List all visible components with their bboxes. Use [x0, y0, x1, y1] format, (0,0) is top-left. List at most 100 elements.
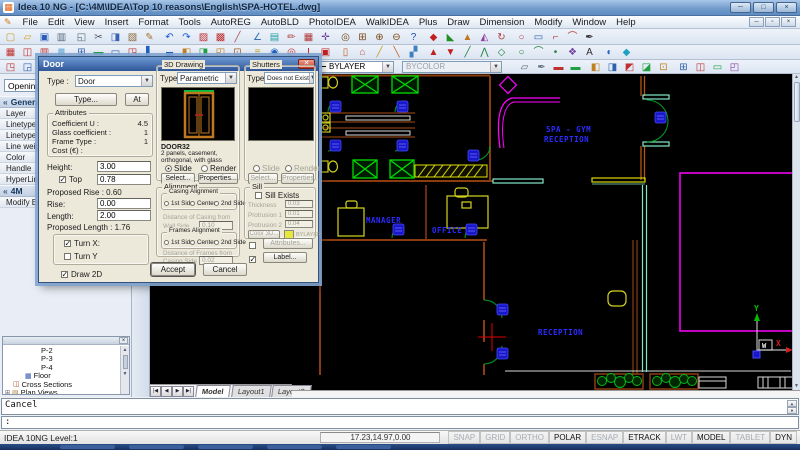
menu-item[interactable]: WalkIDEA — [361, 17, 414, 28]
menu-item[interactable]: Insert — [100, 17, 134, 28]
taskbar-button[interactable] — [336, 445, 391, 449]
menu-item[interactable]: View — [69, 17, 99, 28]
rotate-icon[interactable]: ↻ — [493, 30, 510, 44]
3d-properties-button[interactable]: Properties... — [198, 173, 238, 184]
opening5-icon[interactable]: ⊡ — [655, 60, 672, 74]
open-icon[interactable]: ▱ — [19, 30, 36, 44]
redo-icon[interactable]: ↷ — [178, 30, 195, 44]
casing-2nd-side-radio[interactable]: 2nd Side — [214, 200, 246, 207]
copy-icon[interactable]: ◨ — [107, 30, 124, 44]
rise-field[interactable] — [97, 198, 151, 209]
material-icon[interactable]: ◆ — [618, 45, 635, 59]
draw-block-icon[interactable]: ❖ — [564, 45, 581, 59]
maximize-button[interactable]: □ — [753, 2, 774, 13]
tab-first-button[interactable]: |◀ — [150, 386, 161, 397]
sill-exists-checkbox[interactable]: Sill Exists — [255, 191, 299, 200]
menu-item[interactable]: Tools — [174, 17, 206, 28]
status-toggle[interactable]: ETRACK — [623, 431, 665, 444]
rect-icon[interactable]: ▭ — [530, 30, 547, 44]
child-restore-button[interactable]: ▫ — [765, 17, 780, 27]
shade-icon[interactable]: ◣ — [442, 30, 459, 44]
top-checkbox[interactable]: Top — [59, 175, 82, 184]
3d-type-combo[interactable]: Parametric▼ — [177, 72, 237, 84]
shutters-type-combo[interactable]: Does not Exist▼ — [264, 72, 314, 84]
arc-icon[interactable]: ⌒ — [564, 30, 581, 44]
status-toggle[interactable]: LWT — [666, 431, 692, 444]
format-painter-icon[interactable]: ✎ — [141, 30, 158, 44]
menu-item[interactable]: PhotoIDEA — [304, 17, 361, 28]
circle-icon[interactable]: ○ — [513, 30, 530, 44]
help-icon[interactable]: ? — [405, 30, 422, 44]
status-toggle[interactable]: TABLET — [730, 431, 770, 444]
new-file-icon[interactable]: ▢ — [2, 30, 19, 44]
chevron-down-icon[interactable]: ▼ — [309, 73, 314, 83]
home-icon[interactable]: ⌂ — [354, 45, 371, 59]
taskbar-button[interactable] — [267, 445, 322, 449]
undo-icon[interactable]: ↶ — [161, 30, 178, 44]
child-close-button[interactable]: × — [781, 17, 796, 27]
layout-tab[interactable]: Model — [195, 385, 230, 397]
draw-poly-icon[interactable]: ◇ — [493, 45, 510, 59]
project-icon[interactable]: ▦ — [2, 45, 19, 59]
status-toggle[interactable]: MODEL — [692, 431, 730, 444]
chevron-down-icon[interactable]: ▼ — [382, 62, 393, 72]
draw-arc-icon[interactable]: ⌒ — [530, 45, 547, 59]
zoom-window-icon[interactable]: ⊞ — [354, 30, 371, 44]
erase-icon[interactable]: ▱ — [516, 60, 533, 74]
tab-prev-button[interactable]: ◀ — [161, 386, 172, 397]
collapse-icon[interactable]: « — [3, 97, 8, 107]
menu-item[interactable]: AutoREG — [206, 17, 256, 28]
expand-icon[interactable]: ⊞ — [5, 389, 10, 394]
menu-item[interactable]: Window — [567, 17, 611, 28]
at-button[interactable]: At — [125, 93, 149, 106]
chevron-down-icon[interactable]: ▼ — [225, 73, 236, 83]
length-field[interactable] — [97, 210, 151, 221]
cancel-button[interactable]: Cancel — [203, 263, 247, 276]
chevron-down-icon[interactable]: ▼ — [141, 76, 152, 86]
draw-circle-icon[interactable]: ○ — [513, 45, 530, 59]
label-checkbox[interactable] — [249, 255, 259, 264]
child-minimize-button[interactable]: ─ — [749, 17, 764, 27]
menu-item[interactable]: Help — [611, 17, 641, 28]
status-toggle[interactable]: DYN — [770, 431, 797, 444]
opening4-icon[interactable]: ◪ — [638, 60, 655, 74]
text-a-icon[interactable]: A — [581, 45, 598, 59]
opening3-icon[interactable]: ◩ — [621, 60, 638, 74]
building-icon[interactable]: ◫ — [19, 45, 36, 59]
accept-button[interactable]: Accept — [151, 263, 195, 276]
line1-icon[interactable]: ╱ — [371, 45, 388, 59]
taskbar-button[interactable] — [60, 445, 115, 449]
top-field[interactable] — [97, 174, 151, 185]
status-toggle[interactable]: POLAR — [549, 431, 586, 444]
layout-tab[interactable]: Layout1 — [231, 385, 271, 397]
command-input[interactable]: : — [5, 417, 10, 427]
tree-scrollbar[interactable]: ▲▼ — [120, 346, 129, 394]
pan-icon[interactable]: ✛ — [317, 30, 334, 44]
fillet-icon[interactable]: ⌐ — [547, 30, 564, 44]
menu-item[interactable]: Plus — [414, 17, 442, 28]
pen-icon[interactable]: ✒ — [581, 30, 598, 44]
tree-item[interactable]: P-2 — [37, 346, 119, 355]
type-button[interactable]: Type... — [55, 93, 117, 106]
door-type-combo[interactable]: Door▼ — [75, 75, 153, 87]
markup-icon[interactable]: ◆ — [425, 30, 442, 44]
chevron-down-icon[interactable]: ▼ — [490, 62, 501, 72]
print-icon[interactable]: ▥ — [53, 30, 70, 44]
label-button[interactable]: Label... — [263, 252, 307, 263]
paste-icon[interactable]: ▧ — [124, 30, 141, 44]
hat2-icon[interactable]: ▞ — [405, 45, 422, 59]
render-icon[interactable]: ◐ — [601, 45, 618, 59]
clipboard-icon[interactable]: ▯ — [337, 45, 354, 59]
draw-pline-icon[interactable]: ⋀ — [476, 45, 493, 59]
close-icon[interactable]: × — [119, 337, 128, 344]
zoom-out-icon[interactable]: ⊖ — [388, 30, 405, 44]
opening7-icon[interactable]: ◫ — [692, 60, 709, 74]
block-icon[interactable]: ▣ — [317, 45, 334, 59]
wall-green-icon[interactable]: ▬ — [567, 60, 584, 74]
angle-icon[interactable]: ∠ — [249, 30, 266, 44]
tree-item[interactable]: P-3 — [37, 355, 119, 364]
draw-point-icon[interactable]: • — [547, 45, 564, 59]
canvas-scrollbar[interactable]: ▲▼ — [792, 74, 800, 390]
draw-line-icon[interactable]: ╱ — [459, 45, 476, 59]
polyline-icon[interactable]: ╱ — [229, 30, 246, 44]
